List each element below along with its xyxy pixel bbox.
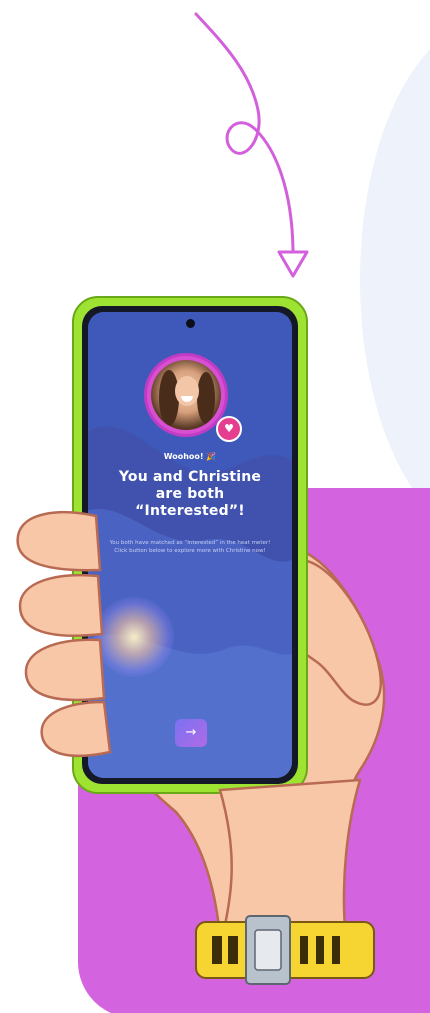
illustration-stage: ♥ Woohoo! 🎉 You and Christine are both “…: [0, 0, 430, 1013]
wrist-shape: [218, 778, 362, 942]
finger-1: [16, 511, 102, 572]
finger-4: [40, 700, 112, 758]
finger-3: [24, 638, 106, 702]
watch-icon: [195, 915, 375, 985]
finger-2: [18, 573, 104, 637]
fingers-illustration: [16, 511, 375, 985]
